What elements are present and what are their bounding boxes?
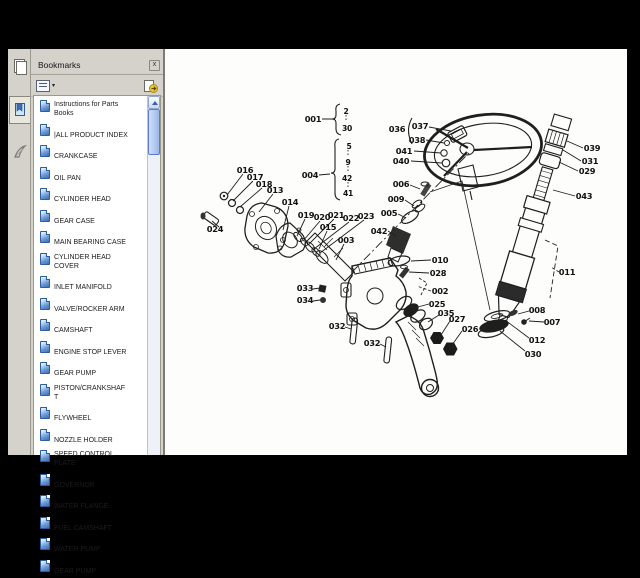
bookmark-page-icon — [40, 252, 50, 265]
bookmark-label: SPEED CONTROL PLATE — [54, 451, 114, 467]
scrollbar[interactable] — [147, 96, 160, 455]
bookmarks-panel: Bookmarks x ▾ Instructions for Parts Boo… — [31, 49, 163, 575]
bookmark-item[interactable]: VALVE/ROCKER ARM — [40, 297, 146, 316]
bookmark-page-icon — [40, 450, 50, 462]
bookmark-label: OIL PAN — [54, 174, 81, 182]
bookmark-item[interactable]: |ALL PRODUCT INDEX — [40, 123, 146, 142]
pages-icon — [14, 58, 27, 75]
bookmark-page-icon — [40, 362, 50, 374]
bookmark-item[interactable]: OIL PAN — [40, 166, 146, 185]
screen: Bookmarks x ▾ Instructions for Parts Boo… — [0, 0, 640, 575]
bookmark-page-icon — [40, 383, 50, 396]
bookmark-page-icon — [40, 297, 50, 310]
bookmark-item[interactable]: GOVERNOR — [40, 473, 146, 492]
bookmark-label: GEAR CASE — [54, 217, 95, 225]
tab-bookmarks[interactable] — [9, 96, 30, 124]
bookmark-page-icon — [40, 209, 50, 222]
bookmark-page-icon — [40, 340, 50, 353]
bookmark-item[interactable]: FUEL CAMSHAFT — [40, 516, 146, 535]
panel-toolbar: ▾ — [31, 75, 163, 97]
navigation-tab-strip — [8, 49, 31, 455]
bookmark-page-icon — [40, 166, 50, 179]
bookmark-list: Instructions for Parts Books |ALL PRODUC… — [34, 96, 160, 578]
tab-signatures[interactable] — [9, 138, 30, 166]
bookmark-page-icon — [40, 538, 50, 550]
bookmark-page-icon — [40, 319, 50, 331]
bookmark-page-icon — [40, 495, 50, 507]
bookmark-label: NOZZLE HOLDER — [54, 436, 113, 444]
bookmark-page-icon — [40, 559, 50, 572]
bookmark-label: GEAR PUMP — [54, 370, 97, 377]
bookmark-label: INLET MANIFOLD — [54, 284, 112, 291]
bookmark-item[interactable]: CYLINDER HEAD COVER — [40, 252, 146, 273]
bookmark-item[interactable]: CRANKCASE — [40, 145, 146, 163]
bookmark-label: GEAR PUMP — [54, 567, 97, 575]
bookmark-item[interactable]: WATER FLANGE — [40, 495, 146, 513]
bookmark-page-icon — [40, 123, 50, 136]
signature-quill-icon — [13, 144, 27, 158]
bookmark-label: PISTON/CRANKSHAFT — [54, 384, 126, 401]
bookmark-label: WATER FLANGE — [54, 503, 109, 510]
document-page — [165, 49, 627, 455]
scroll-up-button[interactable] — [148, 96, 160, 109]
bookmark-item[interactable]: Instructions for Parts Books — [40, 100, 146, 120]
bookmark-item[interactable]: NOZZLE HOLDER — [40, 428, 146, 447]
scroll-thumb[interactable] — [148, 109, 160, 155]
options-list-icon — [36, 79, 50, 92]
bookmark-label: MAIN BEARING CASE — [54, 239, 126, 246]
bookmark-label: WATER PUMP — [54, 546, 101, 553]
pdf-viewer-window: Bookmarks x ▾ Instructions for Parts Boo… — [8, 49, 627, 575]
bookmark-label: CYLINDER HEAD — [54, 196, 111, 203]
bookmark-list-container: Instructions for Parts Books |ALL PRODUC… — [33, 95, 161, 575]
bookmark-label: |ALL PRODUCT INDEX — [54, 131, 128, 139]
bookmark-item[interactable]: ENGINE STOP LEVER — [40, 340, 146, 359]
bookmark-item[interactable]: CAMSHAFT — [40, 319, 146, 337]
tab-pages[interactable] — [9, 52, 30, 80]
bookmark-item[interactable]: GEAR PUMP — [40, 559, 146, 578]
bookmark-page-icon — [40, 276, 50, 288]
bookmark-label: CYLINDER HEAD COVER — [54, 253, 111, 270]
bookmark-label: FUEL CAMSHAFT — [54, 524, 113, 532]
bookmark-label: Instructions for Parts Books — [54, 101, 119, 117]
bookmark-item[interactable]: FLYWHEEL — [40, 407, 146, 425]
bookmark-item[interactable]: INLET MANIFOLD — [40, 276, 146, 294]
bookmark-label: ENGINE STOP LEVER — [54, 348, 127, 356]
bookmark-item[interactable]: SPEED CONTROL PLATE — [40, 450, 146, 470]
bookmark-page-icon — [40, 100, 50, 112]
panel-title: Bookmarks — [38, 60, 81, 70]
bookmark-page-icon — [40, 188, 50, 200]
bookmarks-icon — [15, 103, 25, 116]
bookmark-item[interactable]: PISTON/CRANKSHAFT — [40, 383, 146, 404]
bookmark-page-icon — [40, 516, 50, 529]
bookmark-item[interactable]: GEAR CASE — [40, 209, 146, 228]
chevron-down-icon: ▾ — [52, 83, 56, 89]
bookmark-label: CAMSHAFT — [54, 327, 93, 334]
bookmark-label: CRANKCASE — [54, 153, 98, 160]
bookmark-label: FLYWHEEL — [54, 415, 92, 422]
panel-header: Bookmarks x — [31, 54, 163, 75]
expand-current-bookmark-button[interactable] — [143, 79, 158, 93]
bookmark-item[interactable]: GEAR PUMP — [40, 362, 146, 380]
bookmark-item[interactable]: WATER PUMP — [40, 538, 146, 556]
bookmark-item[interactable]: CYLINDER HEAD — [40, 188, 146, 206]
bookmark-label: GOVERNOR — [54, 481, 95, 489]
panel-close-button[interactable]: x — [149, 59, 160, 71]
options-menu-button[interactable]: ▾ — [36, 79, 56, 92]
bookmark-page-icon — [40, 145, 50, 157]
bookmark-item[interactable]: MAIN BEARING CASE — [40, 231, 146, 249]
bookmark-page-icon — [40, 428, 50, 441]
bookmark-label: VALVE/ROCKER ARM — [54, 305, 125, 313]
bookmark-page-icon — [40, 407, 50, 419]
bookmark-page-icon — [40, 231, 50, 243]
